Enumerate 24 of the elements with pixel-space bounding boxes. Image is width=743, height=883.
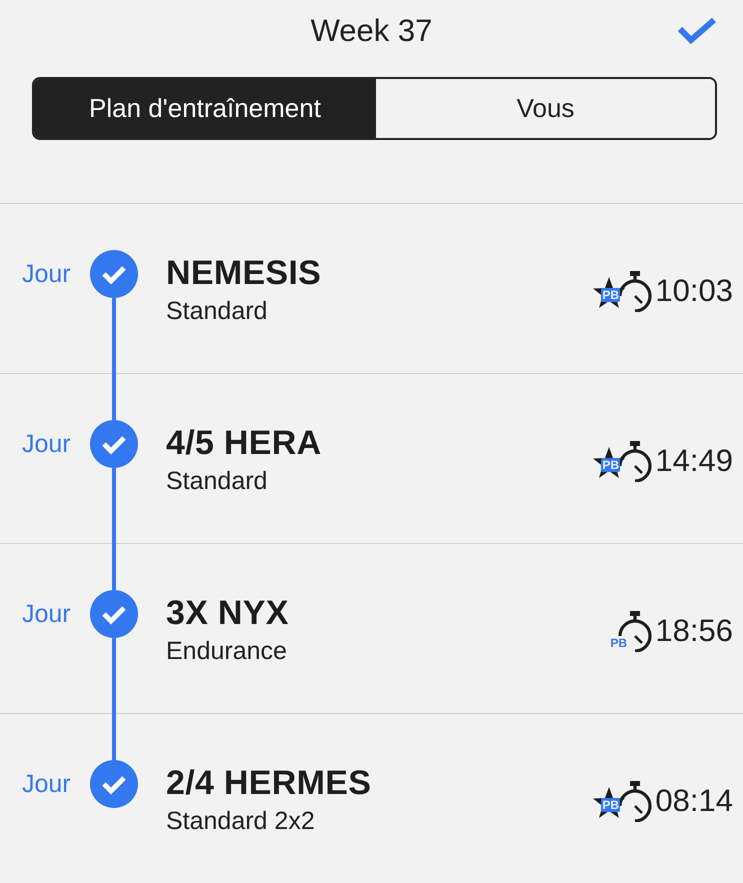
day-label: Jour — [22, 430, 71, 458]
pb-label: PB — [601, 288, 620, 302]
segment-tab[interactable]: Plan d'entraînement — [34, 79, 376, 138]
workout-title: NEMESIS — [166, 253, 322, 293]
workout-type: Standard — [166, 467, 268, 495]
pb-label: PB — [601, 798, 620, 812]
workout-time: 14:49 — [655, 444, 733, 478]
check-icon — [677, 17, 717, 45]
workout-title: 4/5 HERA — [166, 423, 322, 463]
workout-time: 18:56 — [655, 614, 733, 648]
pb-label: PB — [601, 458, 620, 472]
workout-type: Standard — [166, 297, 268, 325]
day-label: Jour — [22, 260, 71, 288]
workout-title: 2/4 HERMES — [166, 763, 372, 803]
confirm-button[interactable] — [677, 17, 717, 45]
week-title: Week 37 — [310, 13, 432, 49]
pb-label: PB — [609, 636, 628, 650]
day-label: Jour — [22, 600, 71, 628]
workout-title: 3X NYX — [166, 593, 289, 633]
workout-type: Standard 2x2 — [166, 807, 315, 835]
workout-time: 08:14 — [655, 784, 733, 818]
workout-type: Endurance — [166, 637, 287, 665]
day-label: Jour — [22, 770, 71, 798]
workout-time: 10:03 — [655, 274, 733, 308]
